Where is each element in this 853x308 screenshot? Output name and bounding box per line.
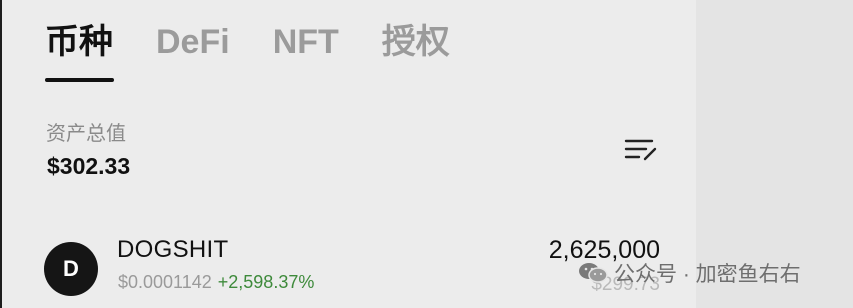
asset-tabs: 币种 DeFi NFT 授权 (45, 22, 493, 62)
tab-defi[interactable]: DeFi (156, 22, 230, 62)
watermark: 公众号 · 加密鱼右右 (578, 258, 801, 288)
wechat-icon (579, 263, 608, 283)
total-assets-label: 资产总值 (46, 123, 126, 145)
total-assets-value: $302.33 (47, 153, 131, 179)
tab-approvals[interactable]: 授权 (382, 22, 450, 62)
active-tab-indicator (45, 78, 114, 82)
tab-nft[interactable]: NFT (273, 22, 339, 62)
watermark-text: 公众号 · 加密鱼右右 (614, 263, 801, 286)
token-avatar: D (44, 242, 98, 296)
token-price-line: $0.0001142 +2,598.37% (118, 272, 314, 293)
token-name: DOGSHIT (117, 236, 229, 263)
sort-list-icon[interactable] (624, 136, 658, 164)
tab-tokens[interactable]: 币种 (45, 22, 113, 62)
token-price: $0.0001142 (118, 272, 212, 292)
token-price-change: +2,598.37% (217, 272, 315, 292)
token-row[interactable]: D DOGSHIT $0.0001142 +2,598.37% 2,625,000… (44, 232, 664, 302)
